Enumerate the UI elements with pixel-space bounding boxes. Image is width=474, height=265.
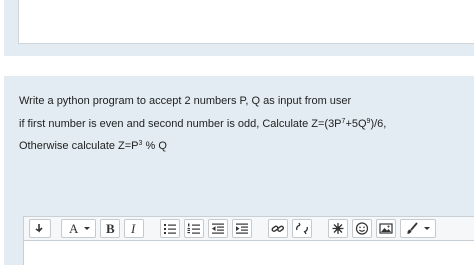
ordered-list-button[interactable] (184, 219, 204, 238)
unlink-icon (293, 220, 311, 237)
chevron-down-icon (82, 220, 92, 237)
question-line-3-end: % Q (142, 140, 167, 152)
emoji-button[interactable] (352, 219, 372, 238)
question-line-2-text: if first number is even and second numbe… (19, 118, 342, 130)
special-character-icon (329, 220, 347, 237)
image-button[interactable] (376, 219, 396, 238)
unordered-list-icon (161, 220, 179, 237)
outdent-button[interactable] (208, 219, 228, 238)
question-line-3: Otherwise calculate Z=P3 % Q (19, 139, 167, 153)
bold-icon: B (106, 221, 115, 236)
question-line-2: if first number is even and second numbe… (19, 117, 386, 131)
brush-icon (403, 220, 421, 237)
italic-icon: I (131, 221, 136, 236)
question-line-3-text: Otherwise calculate Z=P (19, 140, 139, 152)
font-size-button[interactable]: A (61, 219, 96, 238)
question-line-1: Write a python program to accept 2 numbe… (19, 95, 352, 107)
special-character-button[interactable] (328, 219, 348, 238)
indent-button[interactable] (232, 219, 252, 238)
link-icon (269, 220, 287, 237)
collapse-icon (30, 220, 50, 237)
unlink-button[interactable] (292, 219, 312, 238)
ordered-list-icon (185, 220, 203, 237)
previous-answer-editor[interactable] (18, 0, 474, 44)
answer-editor-area[interactable] (23, 241, 474, 265)
collapse-toolbar-button[interactable] (29, 219, 51, 238)
question-line-2-mid: +5Q (345, 118, 367, 130)
brush-button[interactable] (400, 219, 436, 238)
bold-button[interactable]: B (100, 219, 120, 238)
image-icon (377, 220, 395, 237)
link-button[interactable] (268, 219, 288, 238)
unordered-list-button[interactable] (160, 219, 180, 238)
emoji-icon (353, 220, 371, 237)
outdent-icon (209, 220, 227, 237)
italic-button[interactable]: I (124, 219, 144, 238)
question-line-2-end: )/6, (370, 118, 387, 130)
editor-toolbar: A B I (23, 216, 474, 241)
chevron-down-icon (422, 220, 432, 237)
font-size-icon: A (69, 221, 79, 236)
indent-icon (233, 220, 251, 237)
